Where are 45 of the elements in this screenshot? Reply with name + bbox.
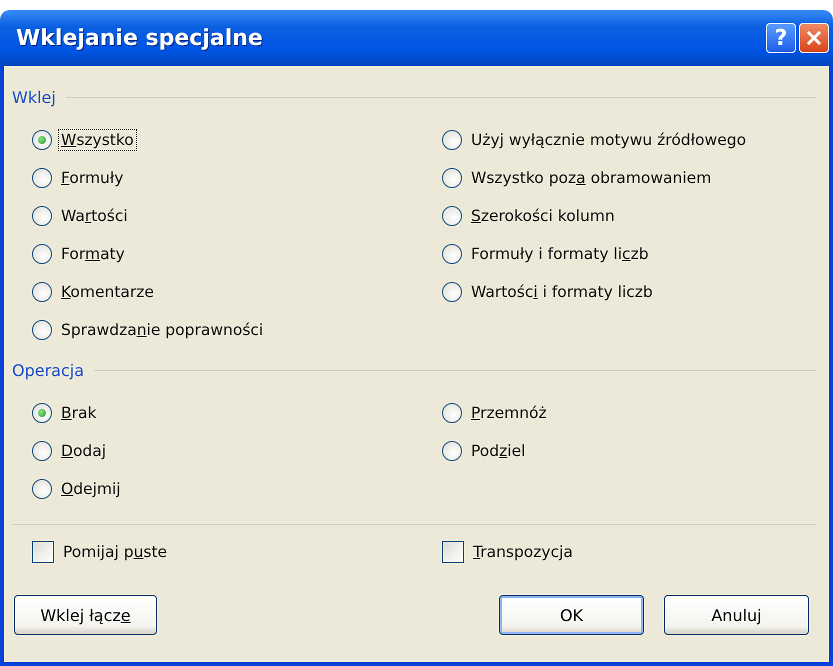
ok-button[interactable]: OK	[499, 595, 644, 635]
option-label[interactable]: Formuły	[58, 167, 126, 189]
option-label[interactable]: Sprawdzanie poprawności	[58, 319, 266, 341]
checkbox[interactable]	[32, 541, 54, 563]
option-label[interactable]: Podziel	[468, 440, 528, 462]
option-label[interactable]: Odejmij	[58, 478, 124, 500]
checkbox[interactable]	[442, 541, 464, 563]
radio-button[interactable]	[442, 130, 462, 150]
option-label[interactable]: Wszystko	[58, 129, 137, 151]
option-label[interactable]: Komentarze	[58, 281, 157, 303]
group-label: Operacja	[12, 361, 84, 380]
option-label[interactable]: Formaty	[58, 243, 128, 265]
close-button[interactable]	[799, 23, 829, 53]
help-button[interactable]: ?	[766, 23, 796, 53]
radio-button[interactable]	[442, 441, 462, 461]
radio-button[interactable]	[442, 168, 462, 188]
cancel-button[interactable]: Anuluj	[664, 595, 809, 635]
radio-button[interactable]	[32, 403, 52, 423]
option-label[interactable]: Wszystko poza obramowaniem	[468, 167, 714, 189]
option-label[interactable]: Wartości	[58, 205, 131, 227]
radio-button[interactable]	[442, 403, 462, 423]
option-label[interactable]: Dodaj	[58, 440, 110, 462]
option-label[interactable]: Użyj wyłącznie motywu źródłowego	[468, 129, 750, 151]
window-title: Wklejanie specjalne	[16, 26, 263, 50]
radio-button[interactable]	[32, 244, 52, 264]
checkbox-label[interactable]: Transpozycja	[470, 541, 576, 563]
radio-button[interactable]	[442, 206, 462, 226]
option-label[interactable]: Brak	[58, 402, 100, 424]
radio-button[interactable]	[32, 441, 52, 461]
option-label[interactable]: Wartości i formaty liczb	[468, 281, 656, 303]
checkbox-label[interactable]: Pomijaj puste	[60, 541, 170, 563]
group-label: Wklej	[12, 88, 56, 107]
radio-button[interactable]	[32, 282, 52, 302]
radio-button[interactable]	[32, 130, 52, 150]
option-label[interactable]: Formuły i formaty liczb	[468, 243, 652, 265]
radio-button[interactable]	[32, 168, 52, 188]
close-icon	[806, 30, 822, 46]
option-label[interactable]: Szerokości kolumn	[468, 205, 618, 227]
radio-button[interactable]	[32, 479, 52, 499]
radio-button[interactable]	[442, 282, 462, 302]
option-label[interactable]: Przemnóż	[468, 402, 550, 424]
radio-button[interactable]	[442, 244, 462, 264]
radio-button[interactable]	[32, 320, 52, 340]
radio-button[interactable]	[32, 206, 52, 226]
paste-link-button[interactable]: Wklej łącze	[14, 595, 157, 635]
